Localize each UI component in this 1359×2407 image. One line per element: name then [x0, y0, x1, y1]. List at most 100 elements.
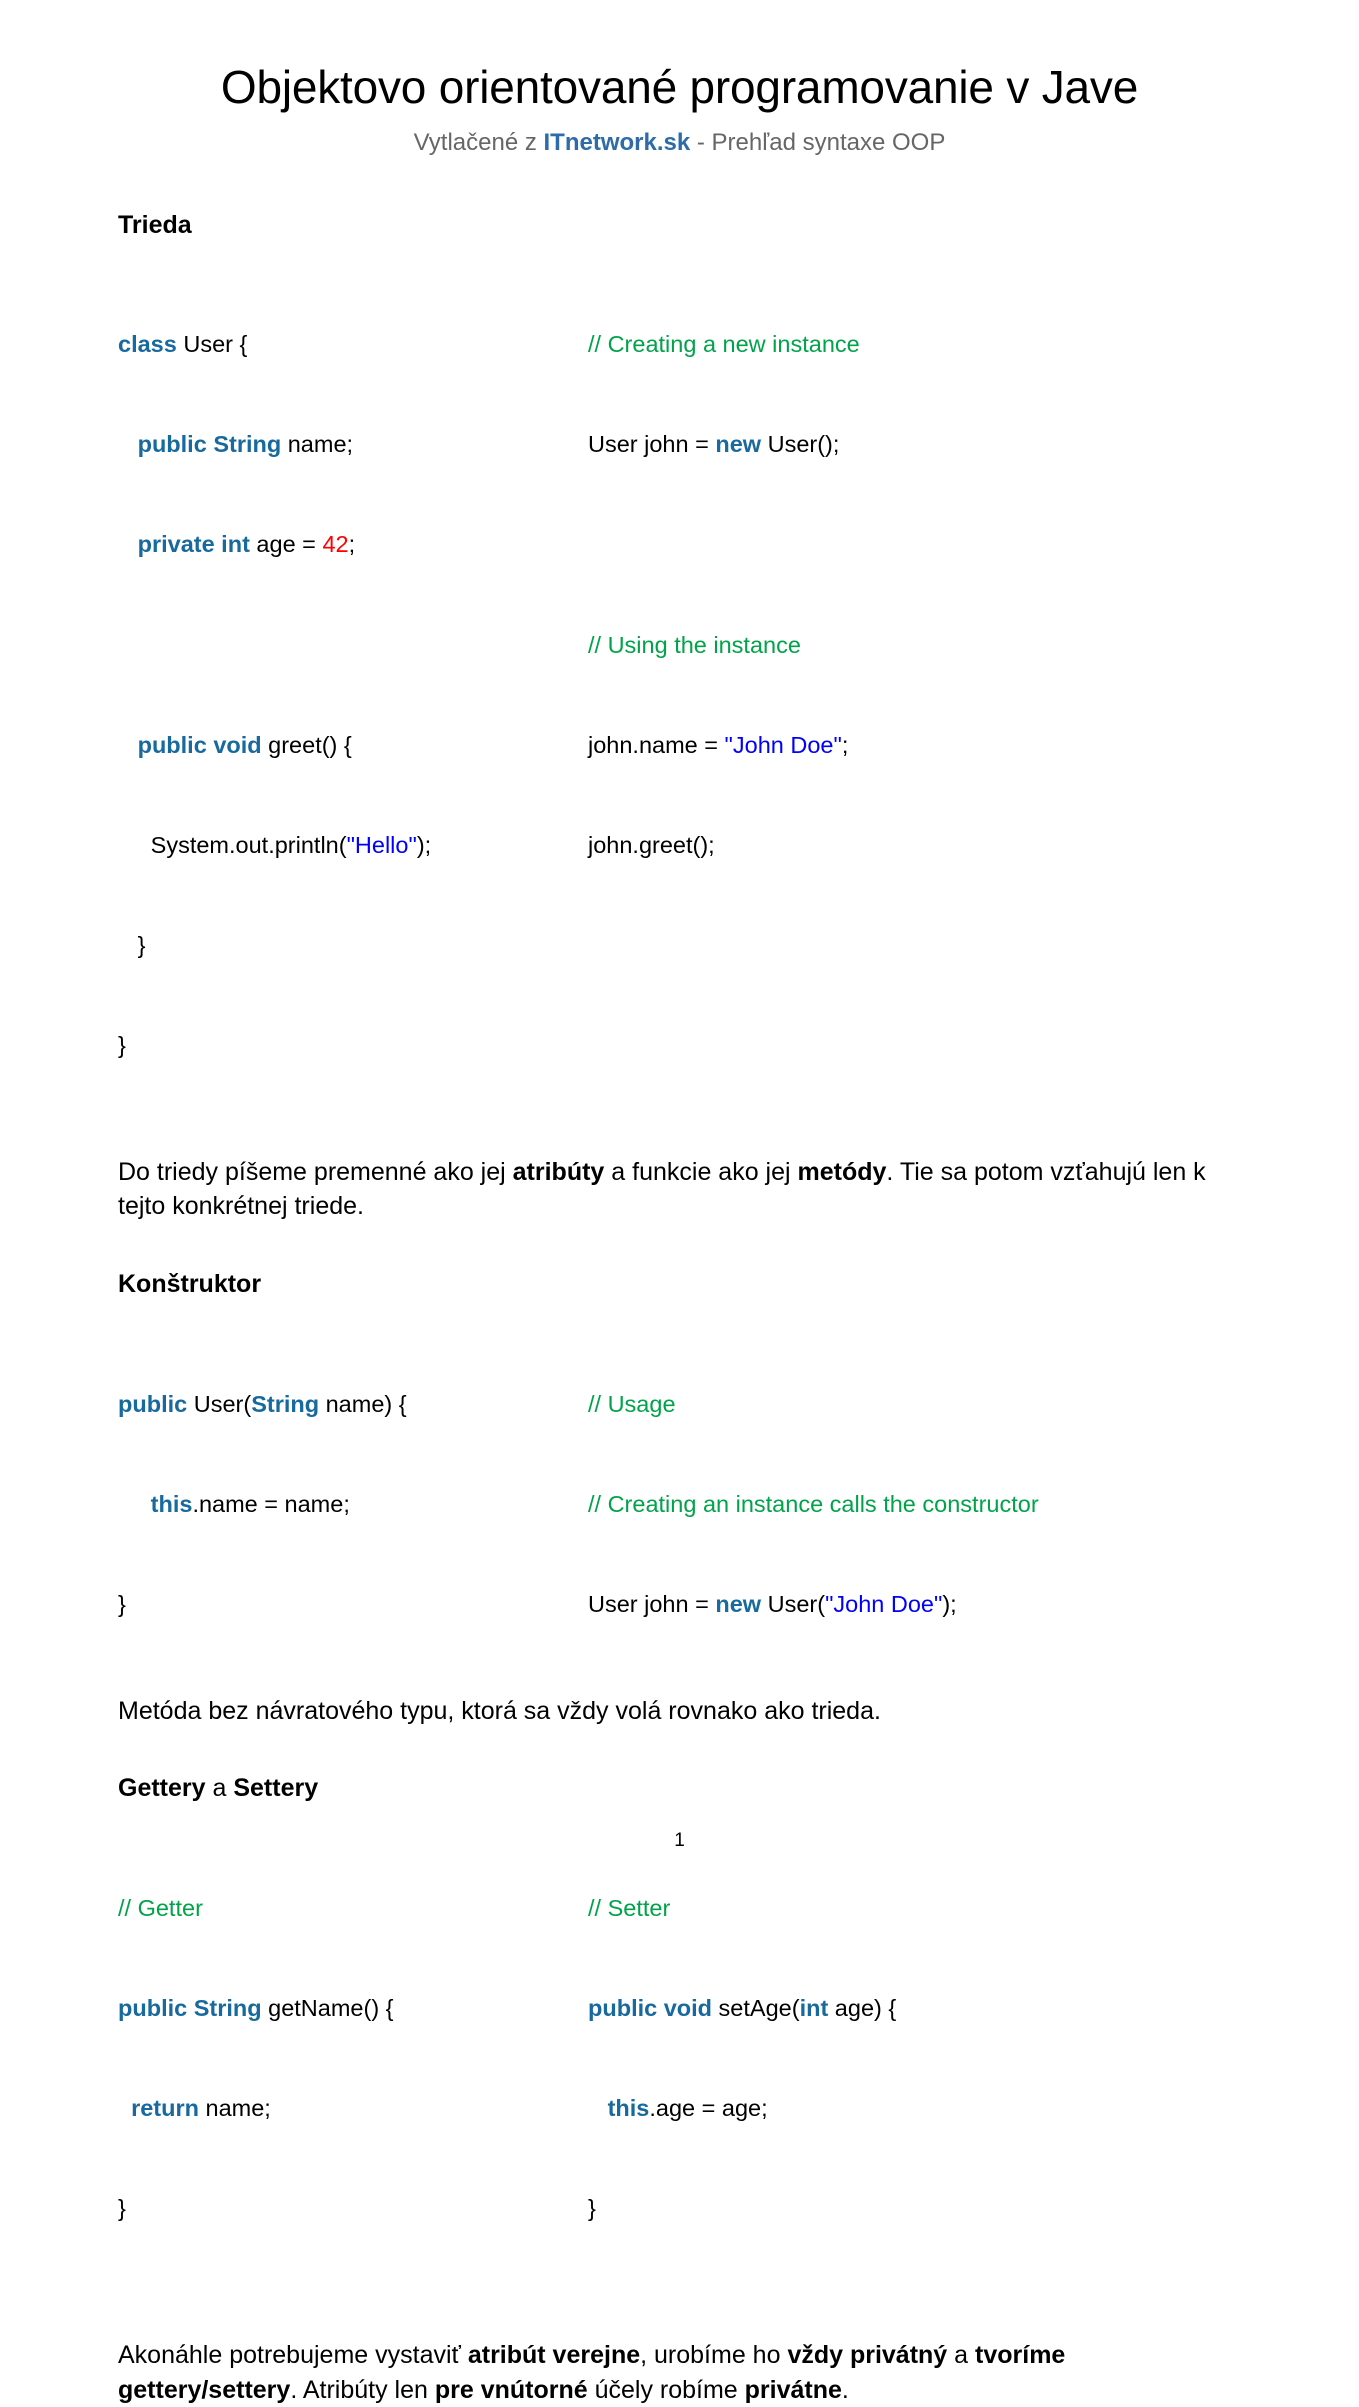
code-text: User();: [761, 431, 840, 458]
code-string: "John Doe": [724, 731, 842, 758]
code-keyword: private int: [137, 531, 250, 558]
code-line: private int age = 42;: [118, 528, 588, 561]
subtitle-suffix: - Prehľad syntaxe OOP: [690, 128, 946, 156]
code-line: User john = new User();: [588, 428, 1241, 461]
section-heading-gettery-settery: Gettery a Settery: [118, 1774, 1241, 1803]
code-line: john.name = "John Doe";: [588, 729, 1241, 762]
code-line: john.greet();: [588, 829, 1241, 862]
paragraph-gettery-settery: Akonáhle potrebujeme vystaviť atribút ve…: [118, 2338, 1241, 2407]
paragraph-bold: metódy: [797, 1157, 887, 1186]
code-text: }: [588, 2195, 596, 2222]
code-keyword: String: [251, 1390, 320, 1417]
page-title: Objektovo orientované programovanie v Ja…: [220, 61, 1139, 113]
code-comment: // Setter: [588, 1895, 671, 1922]
code-text: age =: [249, 531, 323, 558]
code-column-constructor-usage: // Usage // Creating an instance calls t…: [588, 1321, 1241, 1688]
code-comment: // Using the instance: [588, 631, 801, 658]
code-text: greet() {: [261, 731, 352, 758]
code-keyword: return: [131, 2095, 199, 2122]
paragraph-bold: atribút verejne: [467, 2341, 641, 2370]
paragraph-text: Do triedy píšeme premenné ako jej: [118, 1157, 513, 1186]
heading-conjunction: a: [205, 1774, 234, 1803]
code-line: }: [588, 2192, 1241, 2225]
paragraph-bold: vždy privátný: [787, 2341, 948, 2370]
code-text: User john =: [588, 431, 716, 458]
brand-link[interactable]: ITnetwork.sk: [544, 129, 691, 156]
code-line: // Usage: [588, 1388, 1241, 1421]
code-line: // Setter: [588, 1892, 1241, 1925]
code-text: }: [137, 931, 146, 958]
code-text: );: [416, 831, 432, 858]
code-keyword: class: [118, 331, 177, 358]
code-text: }: [118, 1031, 126, 1058]
code-number: 42: [322, 531, 349, 558]
code-text: .age = age;: [649, 2095, 768, 2122]
code-keyword: public void: [588, 1995, 713, 2022]
section-konstruktor: Konštruktor public User(String name) { t…: [118, 1270, 1241, 1728]
code-comment: // Usage: [588, 1390, 676, 1417]
code-block-konstruktor: public User(String name) { this.name = n…: [118, 1321, 1241, 1688]
code-text: );: [942, 1590, 957, 1617]
code-text: ;: [348, 531, 356, 558]
section-heading-konstruktor: Konštruktor: [118, 1269, 262, 1298]
code-line: // Using the instance: [588, 629, 1241, 662]
paragraph-konstruktor: Metóda bez návratového typu, ktorá sa vž…: [118, 1696, 881, 1725]
code-comment: // Creating an instance calls the constr…: [588, 1490, 1039, 1517]
code-comment: // Getter: [118, 1895, 203, 1922]
section-trieda: Trieda class User { public String name; …: [118, 211, 1241, 1224]
code-keyword: this: [150, 1490, 193, 1517]
code-column-constructor-definition: public User(String name) { this.name = n…: [118, 1321, 588, 1688]
code-text: User(: [761, 1590, 826, 1617]
code-text: System.out.println(: [150, 831, 347, 858]
code-text: ;: [841, 731, 849, 758]
code-line: // Getter: [118, 1892, 588, 1925]
code-text: name) {: [319, 1390, 407, 1417]
code-line: public User(String name) {: [118, 1388, 588, 1421]
heading-bold-settery: Settery: [233, 1774, 319, 1803]
code-column-getter: // Getter public String getName() { retu…: [118, 1825, 588, 2292]
code-line: this.name = name;: [118, 1488, 588, 1521]
code-text: john.greet();: [588, 831, 715, 858]
code-text: getName() {: [261, 1995, 394, 2022]
code-keyword: public void: [137, 731, 262, 758]
code-line: // Creating a new instance: [588, 328, 1241, 361]
paragraph-text: účely robíme: [587, 2375, 745, 2404]
paragraph-text: a funkcie ako jej: [604, 1157, 798, 1186]
code-string: "Hello": [346, 831, 417, 858]
code-line: }: [118, 929, 588, 962]
code-line: public void greet() {: [118, 729, 588, 762]
code-keyword: new: [715, 431, 762, 458]
document-page: Objektovo orientované programovanie v Ja…: [0, 0, 1359, 2404]
code-line: public String getName() {: [118, 1992, 588, 2025]
code-text: }: [118, 1590, 126, 1617]
paragraph-trieda: Do triedy píšeme premenné ako jej atribú…: [118, 1155, 1241, 1224]
code-block-gettery-settery: // Getter public String getName() { retu…: [118, 1825, 1241, 2292]
page-number: 1: [674, 1830, 685, 1851]
code-text: User {: [176, 331, 248, 358]
code-keyword: public String: [137, 431, 282, 458]
paragraph-text: . Atribúty len: [290, 2375, 435, 2404]
code-column-usage: // Creating a new instance User john = n…: [588, 262, 1241, 929]
subtitle-prefix: Vytlačené z: [413, 128, 544, 156]
code-line: System.out.println("Hello");: [118, 829, 588, 862]
section-gettery-settery: Gettery a Settery // Getter public Strin…: [118, 1774, 1241, 2407]
paragraph-bold: atribúty: [512, 1157, 605, 1186]
code-line: public void setAge(int age) {: [588, 1992, 1241, 2025]
code-line: }: [118, 1588, 588, 1621]
code-block-trieda: class User { public String name; private…: [118, 262, 1241, 1129]
code-line: return name;: [118, 2092, 588, 2125]
code-text: }: [118, 2195, 126, 2222]
code-text: .name = name;: [192, 1490, 350, 1517]
code-text: User(: [187, 1390, 252, 1417]
code-text: name;: [281, 431, 354, 458]
paragraph-text: , urobíme ho: [640, 2341, 788, 2370]
code-line: User john = new User("John Doe");: [588, 1588, 1241, 1621]
code-line: public String name;: [118, 428, 588, 461]
heading-bold-gettery: Gettery: [118, 1774, 206, 1803]
paragraph-text: Akonáhle potrebujeme vystaviť: [118, 2341, 468, 2370]
code-comment: // Creating a new instance: [588, 331, 860, 358]
